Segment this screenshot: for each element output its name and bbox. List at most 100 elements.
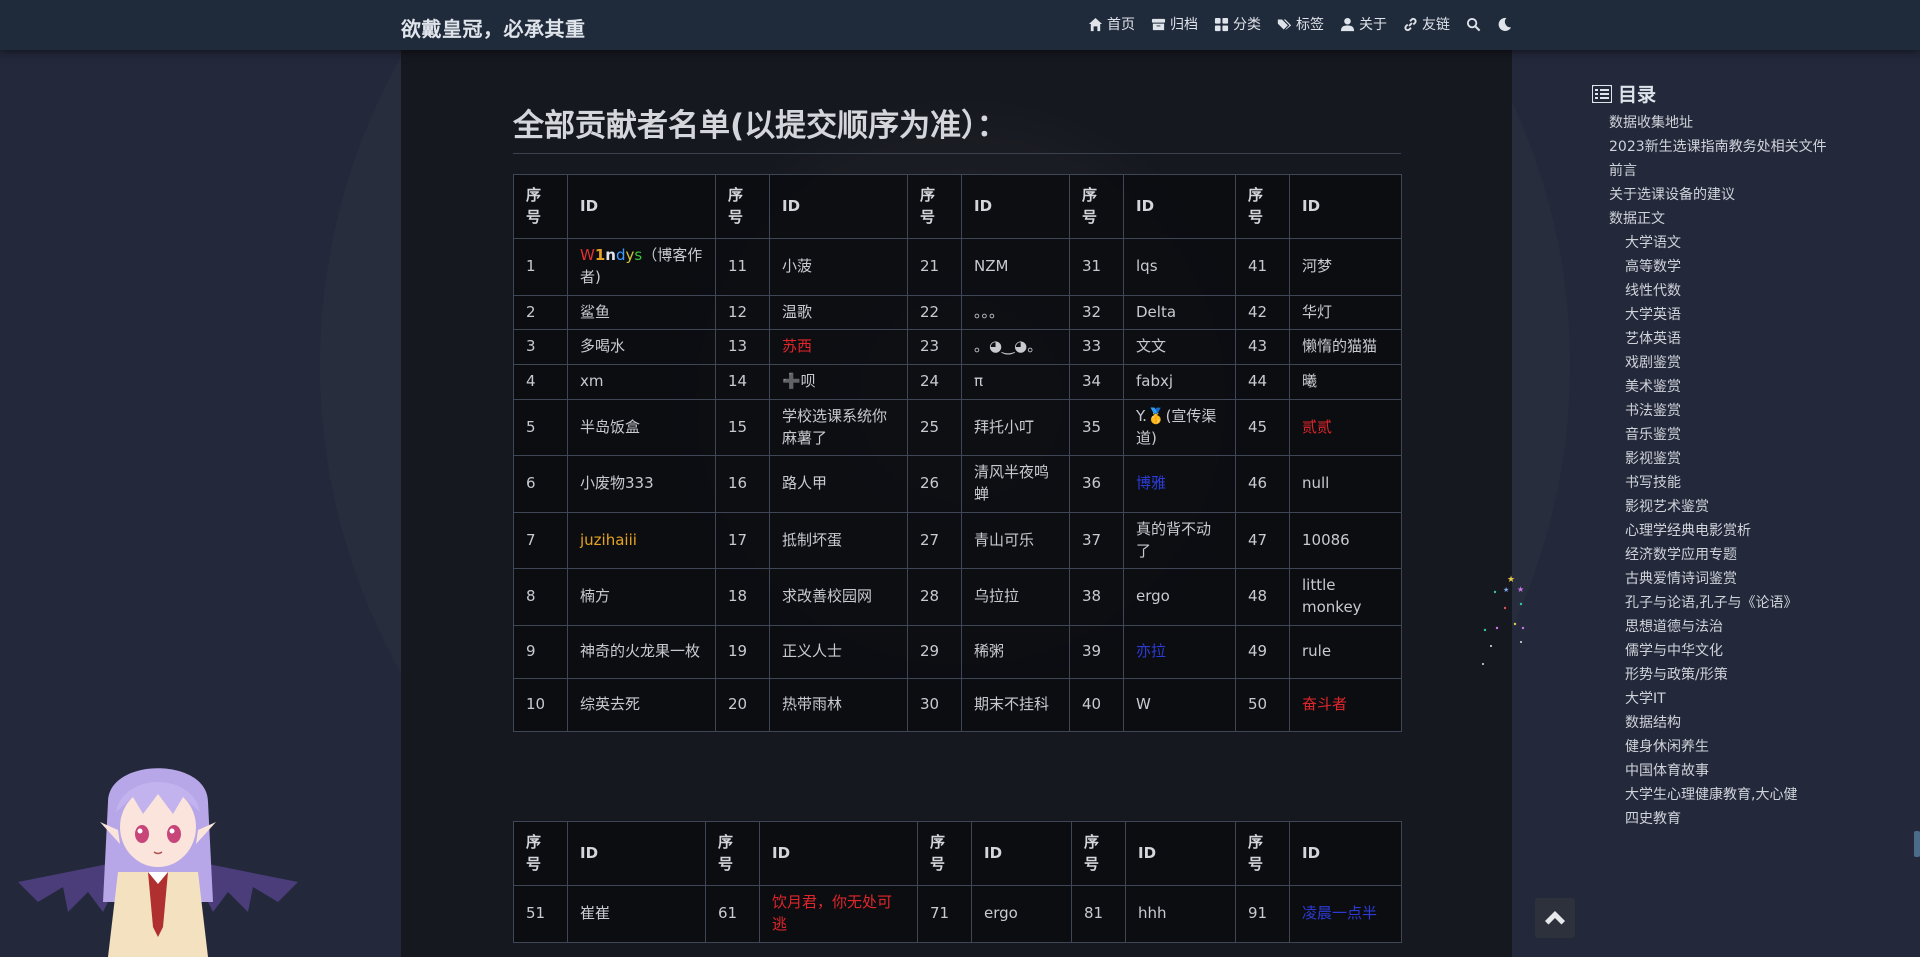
toc-item[interactable]: 健身休闲养生 [1592,735,1892,759]
contributor-number: 48 [1235,568,1290,626]
nav-archive[interactable]: 归档 [1151,14,1198,34]
page-scrollbar-thumb[interactable] [1914,831,1920,857]
toc-item[interactable]: 大学语文 [1592,231,1892,255]
nav-about[interactable]: 关于 [1340,14,1387,34]
toc-item[interactable]: 戏剧鉴赏 [1592,351,1892,375]
contributor-id: 饮月君，你无处可逃 [759,885,918,943]
contributor-id: 乌拉拉 [961,568,1070,626]
nav-category[interactable]: 分类 [1214,14,1261,34]
contributor-number: 19 [715,624,770,679]
user-icon [1340,17,1355,31]
toc-item[interactable]: 孔子与论语,孔子与《论语》 [1592,591,1892,615]
table-row: 5 半岛饭盒 15 学校选课系统你麻薯了 25 拜托小叮 35 Y.🥇(宣传渠道) 45 贰贰 [513,398,1402,457]
contributor-id: 小菠 [769,238,908,296]
contributor-number: 27 [907,511,962,570]
contributor-number: 42 [1235,294,1290,331]
contributor-id: 神奇的火龙果一枚 [567,624,716,679]
contributor-id: 综英去死 [567,677,716,732]
contributor-id: 半岛饭盒 [567,398,716,457]
contributor-number: 36 [1069,455,1124,513]
toc-item[interactable]: 2023新生选课指南教务处相关文件 [1592,135,1892,159]
contributor-number: 44 [1235,364,1290,400]
scroll-to-top-button[interactable] [1535,898,1575,938]
contributor-number: 14 [715,364,770,400]
toc-item[interactable]: 书法鉴赏 [1592,399,1892,423]
contributor-number: 16 [715,455,770,513]
contributor-number: 20 [715,677,770,732]
contributor-id: xm [567,364,716,400]
toc-item[interactable]: 影视鉴赏 [1592,447,1892,471]
toc-item[interactable]: 影视艺术鉴赏 [1592,495,1892,519]
toc-item[interactable]: 数据收集地址 [1592,111,1892,135]
contributor-number: 61 [705,885,760,943]
contributor-id: 博雅 [1123,455,1236,513]
header-no: 序号 [1071,821,1126,886]
header-id: ID [1123,174,1236,239]
navbar: 欲戴皇冠，必承其重 首页 归档 分类 标签 关于 友链 [0,0,1920,50]
nav-tags[interactable]: 标签 [1277,14,1324,34]
toc-item[interactable]: 数据结构 [1592,711,1892,735]
search-icon [1466,17,1481,31]
toc-item[interactable]: 美术鉴赏 [1592,375,1892,399]
contributor-id: rule [1289,624,1402,679]
toc-item[interactable]: 儒学与中华文化 [1592,639,1892,663]
toc-item[interactable]: 思想道德与法治 [1592,615,1892,639]
contributor-number: 40 [1069,677,1124,732]
contributor-id: 正义人士 [769,624,908,679]
toc-item[interactable]: 大学生心理健康教育,大心健 [1592,783,1892,807]
contributor-id: 真的背不动了 [1123,511,1236,570]
table-row: 6 小废物333 16 路人甲 26 清风半夜鸣蝉 36 博雅 46 null [513,455,1402,513]
toc-item[interactable]: 中国体育故事 [1592,759,1892,783]
contributor-number: 21 [907,238,962,296]
toc-item[interactable]: 四史教育 [1592,807,1892,831]
nav-home[interactable]: 首页 [1088,14,1135,34]
table-row: 3 多喝水 13 苏西 23 。◕‿◕。 33 文文 43 懒惰的猫猫 [513,329,1402,365]
contributor-number: 9 [513,624,568,679]
toc-item[interactable]: 古典爱情诗词鉴赏 [1592,567,1892,591]
nav-tags-label: 标签 [1296,17,1324,33]
contributor-id: 学校选课系统你麻薯了 [769,398,908,457]
toc-item[interactable]: 线性代数 [1592,279,1892,303]
contributor-number: 13 [715,329,770,365]
contributor-number: 37 [1069,511,1124,570]
toc-item[interactable]: 大学英语 [1592,303,1892,327]
toc-item[interactable]: 关于选课设备的建议 [1592,183,1892,207]
table-header-row: 序号 ID 序号 ID 序号 ID 序号 ID 序号 ID [513,821,1402,886]
contributor-number: 1 [513,238,568,296]
toc-item[interactable]: 书写技能 [1592,471,1892,495]
toc-item[interactable]: 数据正文 [1592,207,1892,231]
toc-item[interactable]: 形势与政策/形策 [1592,663,1892,687]
header-no: 序号 [1069,174,1124,239]
contributor-number: 43 [1235,329,1290,365]
dark-mode-toggle[interactable] [1497,17,1512,32]
toc-item[interactable]: 艺体英语 [1592,327,1892,351]
contributor-number: 50 [1235,677,1290,732]
nav-home-label: 首页 [1107,17,1135,33]
contributor-number: 6 [513,455,568,513]
header-no: 序号 [715,174,770,239]
nav-friend-links-label: 友链 [1422,17,1450,33]
contributor-number: 25 [907,398,962,457]
site-title[interactable]: 欲戴皇冠，必承其重 [401,13,586,42]
header-no: 序号 [917,821,972,886]
archive-icon [1151,18,1166,30]
toc-item[interactable]: 大学IT [1592,687,1892,711]
toc-item[interactable]: 前言 [1592,159,1892,183]
mascot-character-image[interactable] [8,752,308,957]
contributor-number: 29 [907,624,962,679]
nav-friend-links[interactable]: 友链 [1403,14,1450,34]
header-id: ID [1289,174,1402,239]
contributor-id: Delta [1123,294,1236,331]
search-button[interactable] [1466,17,1481,32]
toc-item[interactable]: 音乐鉴赏 [1592,423,1892,447]
toc-item[interactable]: 心理学经典电影赏析 [1592,519,1892,543]
contributor-number: 46 [1235,455,1290,513]
header-id: ID [759,821,918,886]
contributor-id: 热带雨林 [769,677,908,732]
toc-item[interactable]: 高等数学 [1592,255,1892,279]
contributor-id: 期末不挂科 [961,677,1070,732]
toc-item[interactable]: 经济数学应用专题 [1592,543,1892,567]
contributor-id: ➕呗 [769,364,908,400]
contributor-number: 5 [513,398,568,457]
table-row: 2 鲨鱼 12 温歌 22。。。 32 Delta 42 华灯 [513,294,1402,331]
